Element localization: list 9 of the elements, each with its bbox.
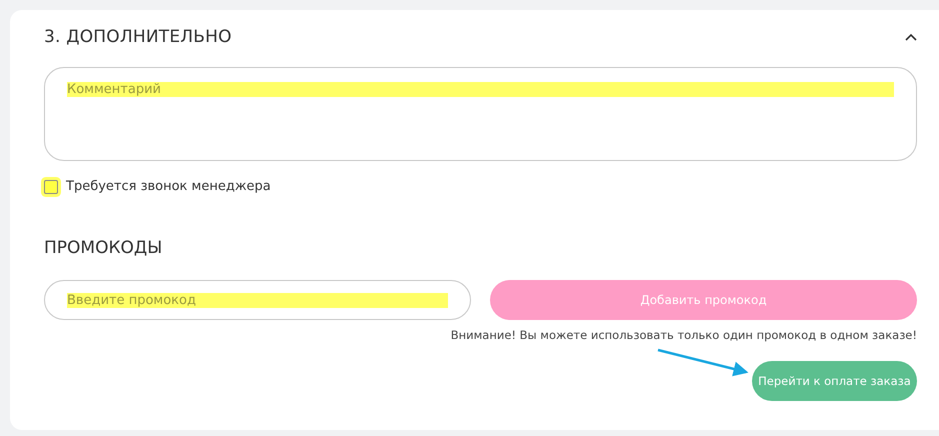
- chevron-up-icon[interactable]: [905, 33, 917, 41]
- checkbox-label: Требуется звонок менеджера: [66, 179, 271, 194]
- checkout-button[interactable]: Перейти к оплате заказа: [752, 361, 917, 401]
- promo-note: Внимание! Вы можете использовать только один промокод в одном заказе!: [450, 328, 917, 342]
- add-promo-button[interactable]: Добавить промокод: [490, 280, 917, 320]
- comment-field[interactable]: Комментарий: [44, 67, 917, 161]
- promo-field[interactable]: Введите промокод: [44, 280, 471, 320]
- section-title: 3. ДОПОЛНИТЕЛЬНО: [44, 27, 232, 47]
- promo-title: ПРОМОКОДЫ: [44, 238, 164, 258]
